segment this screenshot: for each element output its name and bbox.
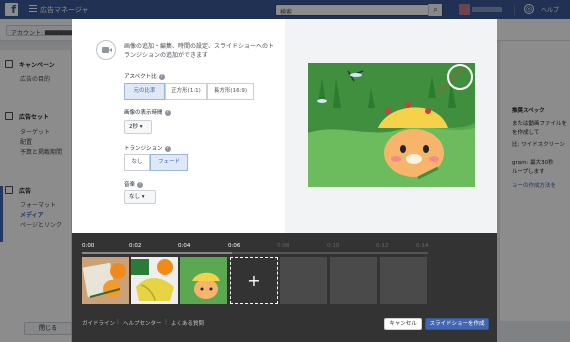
video-camera-icon [96,40,116,60]
slideshow-preview-image [308,63,475,187]
slide-thumbnail[interactable] [82,257,129,304]
create-slideshow-button[interactable]: スライドショーを作成 [425,318,489,330]
music-dropdown[interactable]: なし ▾ [124,190,156,204]
transition-label: トランジション? [124,144,171,152]
guidelines-link[interactable]: ガイドライン [82,319,115,327]
aspect-ratio-label-text: アスペクト比 [124,74,157,80]
aspect-original-button[interactable]: 元の比率 [124,83,165,100]
timeline-progress [82,252,232,254]
aspect-square-button[interactable]: 正方形(1:1) [165,83,207,100]
footer-separator: | [165,319,167,325]
timeline-tick: 0:12 [376,243,389,249]
transition-label-text: トランジション [124,146,163,152]
music-label-text: 音楽 [124,182,136,188]
timeline-tick: 0:00 [82,243,95,249]
empty-slide-slot[interactable] [330,257,377,304]
timeline-tick: 0:04 [178,243,191,249]
timeline-tick: 0:14 [416,243,429,249]
modal-intro-text: 画像の追加・編集、時間の設定、スライドショーへのトランジションの追加ができます [124,43,275,59]
duration-dropdown[interactable]: 2秒 ▾ [124,120,152,134]
slide-thumbnail[interactable] [131,257,178,304]
empty-slide-slot[interactable] [280,257,327,304]
help-center-link[interactable]: ヘルプセンター [123,319,162,327]
duration-label-text: 画像の表示時間 [124,110,163,116]
aspect-ratio-label: アスペクト比? [124,72,165,80]
music-value: なし [129,194,141,200]
timeline-tick: 0:02 [129,243,142,249]
footer-separator: | [117,319,119,325]
transition-none-button[interactable]: なし [124,154,150,171]
music-label: 音楽? [124,180,144,188]
timeline-tick: 0:08 [277,243,290,249]
aspect-wide-button[interactable]: 長方形(16:9) [207,83,254,100]
add-slide-button[interactable]: + [230,257,278,304]
cancel-button[interactable]: キャンセル [384,318,422,330]
help-icon[interactable]: ? [164,109,171,116]
slide-thumbnail[interactable] [180,257,227,304]
help-icon[interactable]: ? [158,73,165,80]
empty-slide-slot[interactable] [380,257,427,304]
help-icon[interactable]: ? [137,181,144,188]
duration-value: 2秒 [129,124,138,130]
faq-link[interactable]: よくある質問 [171,319,204,327]
duration-label: 画像の表示時間? [124,108,171,116]
help-icon[interactable]: ? [164,145,171,152]
timeline-tick: 0:06 [228,243,241,249]
timeline-tick: 0:10 [327,243,340,249]
transition-fade-button[interactable]: フェード [150,154,188,171]
